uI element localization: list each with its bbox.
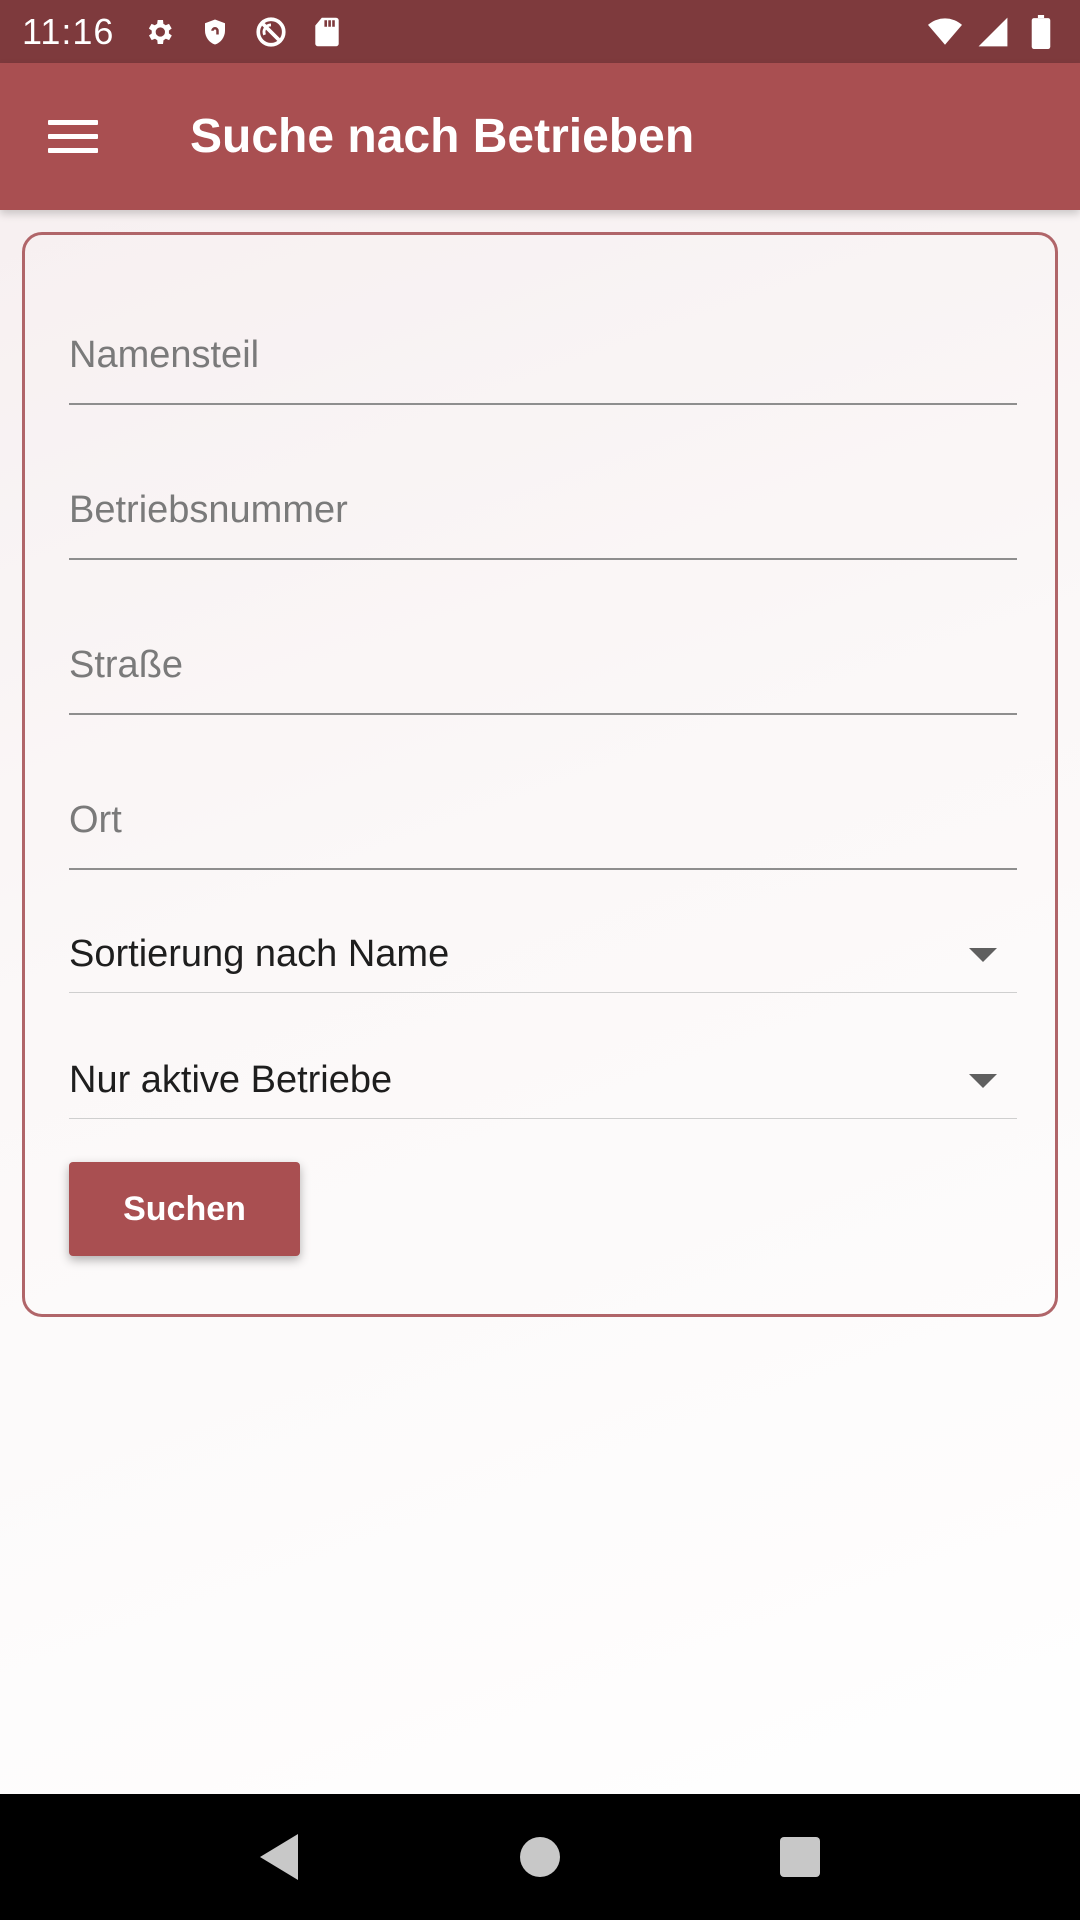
street-input[interactable] <box>69 635 1017 695</box>
wifi-icon <box>928 15 962 49</box>
sort-dropdown[interactable]: Sortierung nach Name <box>69 917 1017 993</box>
street-field <box>69 635 1017 715</box>
sort-dropdown-value: Sortierung nach Name <box>69 933 450 975</box>
hamburger-menu-icon[interactable] <box>38 102 108 172</box>
home-circle-icon[interactable] <box>510 1827 570 1887</box>
business-number-field <box>69 480 1017 560</box>
cell-signal-icon <box>976 15 1010 49</box>
city-field <box>69 790 1017 870</box>
business-number-input[interactable] <box>69 480 1017 540</box>
name-part-input[interactable] <box>69 325 1017 385</box>
no-sync-icon <box>254 15 288 49</box>
status-time: 11:16 <box>22 10 115 52</box>
sd-card-icon <box>310 15 344 49</box>
search-button[interactable]: Suchen <box>69 1162 300 1256</box>
recents-square-icon[interactable] <box>770 1827 830 1887</box>
page-title: Suche nach Betrieben <box>190 110 695 163</box>
search-form-card: Sortierung nach Name Nur aktive Betriebe… <box>22 232 1058 1317</box>
status-dropdown[interactable]: Nur aktive Betriebe <box>69 1043 1017 1119</box>
dropdown-arrow-icon <box>969 1073 997 1088</box>
status-dropdown-value: Nur aktive Betriebe <box>69 1059 393 1101</box>
status-left-icons <box>142 15 344 49</box>
name-part-field <box>69 325 1017 405</box>
battery-icon <box>1024 14 1058 49</box>
back-triangle-icon[interactable] <box>250 1827 310 1887</box>
status-bar: 11:16 <box>0 0 1080 63</box>
status-right-icons <box>928 14 1058 49</box>
dropdown-arrow-icon <box>969 947 997 962</box>
app-bar: Suche nach Betrieben <box>0 63 1080 210</box>
gear-icon <box>142 15 176 49</box>
city-input[interactable] <box>69 790 1017 850</box>
shield-icon <box>198 15 232 49</box>
system-nav-bar <box>0 1794 1080 1920</box>
